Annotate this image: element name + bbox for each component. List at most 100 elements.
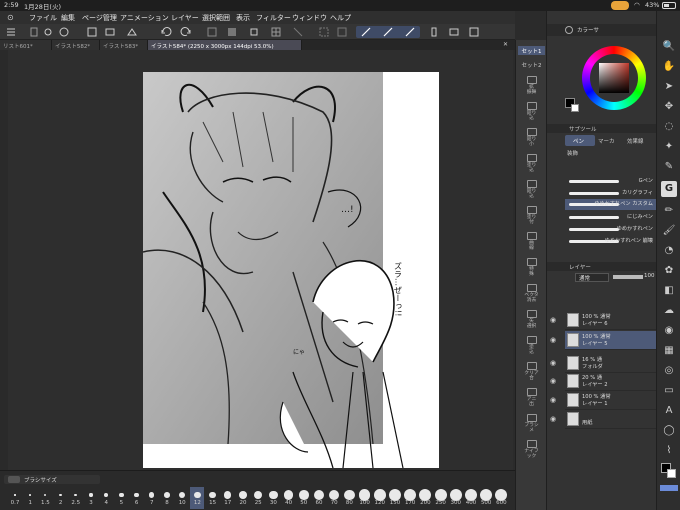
- brush-size-cell[interactable]: 5: [114, 487, 128, 509]
- brush-size-cell[interactable]: 25: [251, 487, 265, 509]
- brush-size-cell[interactable]: 20: [236, 487, 250, 509]
- brush-size-cell[interactable]: 4: [99, 487, 113, 509]
- subtool-item[interactable]: 拡 振舞: [518, 76, 545, 96]
- visibility-eye-icon[interactable]: ◉: [550, 336, 560, 346]
- menu-animation[interactable]: アニメーション: [120, 13, 169, 23]
- subtool-item[interactable]: ベクタ 消去: [518, 284, 545, 304]
- brush-size-toggle-icon[interactable]: [8, 476, 20, 483]
- brush-size-cell[interactable]: 300: [449, 487, 463, 509]
- brush-size-cell[interactable]: 2.5: [69, 487, 83, 509]
- zoom-icon[interactable]: 🔍: [661, 39, 677, 55]
- subtool-item[interactable]: アニ 出: [518, 388, 545, 408]
- brush-size-cell[interactable]: 1.5: [38, 487, 52, 509]
- menu-window[interactable]: ウィンドウ: [292, 13, 327, 23]
- subtool-item[interactable]: 塗 込: [518, 336, 545, 356]
- subtool-item[interactable]: 鉛り 小: [518, 128, 545, 148]
- subtool-item[interactable]: ブラシ メ: [518, 414, 545, 434]
- visibility-eye-icon[interactable]: ◉: [550, 316, 560, 326]
- brush-size-cell[interactable]: 12: [190, 487, 205, 509]
- canvas-paper[interactable]: …! ズラ…ぜーっ!! にゃ: [143, 72, 439, 468]
- text-icon[interactable]: A: [661, 403, 677, 419]
- layer-row[interactable]: 100 % 通常 レイヤー 1: [565, 391, 657, 410]
- pen-stroke-icon[interactable]: [360, 26, 372, 38]
- brush-size-cell[interactable]: 30: [266, 487, 280, 509]
- brush-size-cell[interactable]: 8: [160, 487, 174, 509]
- brush-size-cell[interactable]: 50: [297, 487, 311, 509]
- brush-item[interactable]: ゆめかすれペン カスタム: [565, 199, 657, 210]
- layer-row[interactable]: 100 % 通常 レイヤー 5: [565, 331, 657, 350]
- save-icon[interactable]: [86, 26, 98, 38]
- set-2-button[interactable]: セット2: [518, 60, 545, 69]
- menu-page[interactable]: ページ管理: [82, 13, 117, 23]
- wand-icon[interactable]: ✦: [661, 139, 677, 155]
- brush-size-cell[interactable]: 60: [312, 487, 326, 509]
- menu-view[interactable]: 表示: [236, 13, 250, 23]
- layer-row[interactable]: 20 % 通レイヤー 2: [565, 372, 657, 391]
- opacity-slider[interactable]: [613, 275, 643, 279]
- decoration-icon[interactable]: ✿: [661, 263, 677, 279]
- airbrush-icon[interactable]: ◔: [661, 243, 677, 259]
- subtool-item[interactable]: 鉛り 込: [518, 180, 545, 200]
- blend-icon[interactable]: ☁: [661, 303, 677, 319]
- brush-size-cell[interactable]: 500: [479, 487, 493, 509]
- fill-tool-icon[interactable]: ◉: [661, 323, 677, 339]
- close-icon[interactable]: ✕: [503, 41, 508, 48]
- subtool-item[interactable]: 鉛り 込: [518, 102, 545, 122]
- tab-effect[interactable]: 効果線: [627, 137, 644, 145]
- brush-size-cell[interactable]: 400: [464, 487, 478, 509]
- layer-row[interactable]: 用紙: [565, 410, 657, 429]
- tab-active[interactable]: イラスト584* (2250 x 3000px 144dpi 53.0%): [148, 40, 302, 50]
- clear-icon[interactable]: [206, 26, 218, 38]
- operation-icon[interactable]: ➤: [661, 79, 677, 95]
- figure-icon[interactable]: ◎: [661, 363, 677, 379]
- brush-item[interactable]: にじみペン: [565, 212, 657, 223]
- transform-icon[interactable]: [248, 26, 260, 38]
- sub-color-swatch[interactable]: [571, 104, 579, 112]
- brush-size-cell[interactable]: 0.7: [8, 487, 22, 509]
- menu-selection[interactable]: 選択範囲: [202, 13, 230, 23]
- tab-1[interactable]: リスト601*: [0, 40, 52, 50]
- menu-layer[interactable]: レイヤー: [171, 13, 199, 23]
- move-icon[interactable]: ✥: [661, 99, 677, 115]
- app-menu-icon[interactable]: ⊙: [7, 13, 14, 22]
- new-icon[interactable]: [28, 26, 40, 38]
- hand-icon[interactable]: ✋: [661, 59, 677, 75]
- menu-help[interactable]: ヘルプ: [330, 13, 351, 23]
- print-icon[interactable]: [126, 26, 138, 38]
- layer-row[interactable]: 100 % 通常 レイヤー 6: [565, 311, 657, 330]
- visibility-eye-icon[interactable]: ◉: [550, 396, 560, 406]
- brush-item[interactable]: カリグラフィ: [565, 188, 657, 199]
- brush-size-cell[interactable]: 7: [145, 487, 159, 509]
- tool-sub-color-swatch[interactable]: [667, 469, 676, 478]
- redo-icon[interactable]: [180, 26, 192, 38]
- select-clear-icon[interactable]: [292, 26, 304, 38]
- phone-icon[interactable]: [428, 26, 440, 38]
- visibility-eye-icon[interactable]: ◉: [550, 359, 560, 369]
- subtool-item[interactable]: 特 殊: [518, 258, 545, 278]
- tab-3[interactable]: イラスト583*: [100, 40, 148, 50]
- visibility-eye-icon[interactable]: ◉: [550, 377, 560, 387]
- pen-stroke-icon-2[interactable]: [382, 26, 394, 38]
- crop-icon[interactable]: [318, 26, 330, 38]
- brush-size-cell[interactable]: 150: [388, 487, 402, 509]
- subtool-item[interactable]: ナイフ ック: [518, 440, 545, 460]
- menu-file[interactable]: ファイル: [29, 13, 57, 23]
- brush-size-cell[interactable]: 80: [342, 487, 356, 509]
- brush-item[interactable]: ゆめかすれペン: [565, 224, 657, 235]
- cloud-icon[interactable]: [58, 26, 70, 38]
- subtool-item[interactable]: 矢 選択: [518, 310, 545, 330]
- brush-size-cell[interactable]: 200: [418, 487, 432, 509]
- visibility-eye-icon[interactable]: ◉: [550, 415, 560, 425]
- color-square[interactable]: [599, 63, 629, 93]
- set-1-button[interactable]: セット1: [518, 46, 545, 55]
- eraser-icon[interactable]: ◧: [661, 283, 677, 299]
- brush-size-cell[interactable]: 17: [221, 487, 235, 509]
- undo-icon[interactable]: [160, 26, 172, 38]
- balloon-icon[interactable]: ◯: [661, 423, 677, 439]
- brush-size-cell[interactable]: 250: [434, 487, 448, 509]
- color-wheel[interactable]: [582, 46, 646, 110]
- brush-size-cell[interactable]: 1: [23, 487, 37, 509]
- brush-size-cell[interactable]: 40: [282, 487, 296, 509]
- pen-stroke-icon-3[interactable]: [404, 26, 416, 38]
- brush-size-cell[interactable]: 170: [403, 487, 417, 509]
